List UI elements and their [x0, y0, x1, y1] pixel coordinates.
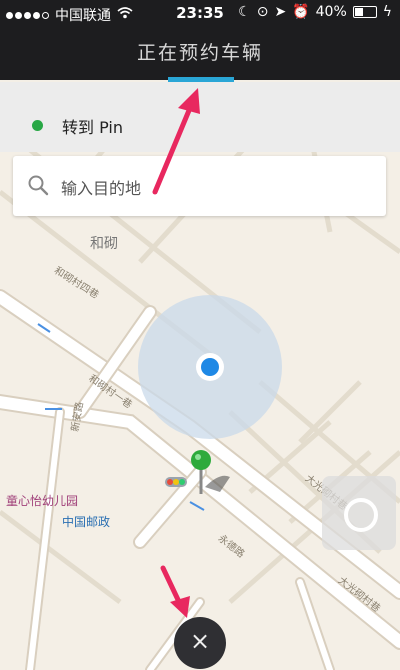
annotation-arrow-bottom [160, 565, 190, 618]
annotation-overlay [152, 88, 200, 618]
annotation-arrow-top [152, 88, 200, 195]
